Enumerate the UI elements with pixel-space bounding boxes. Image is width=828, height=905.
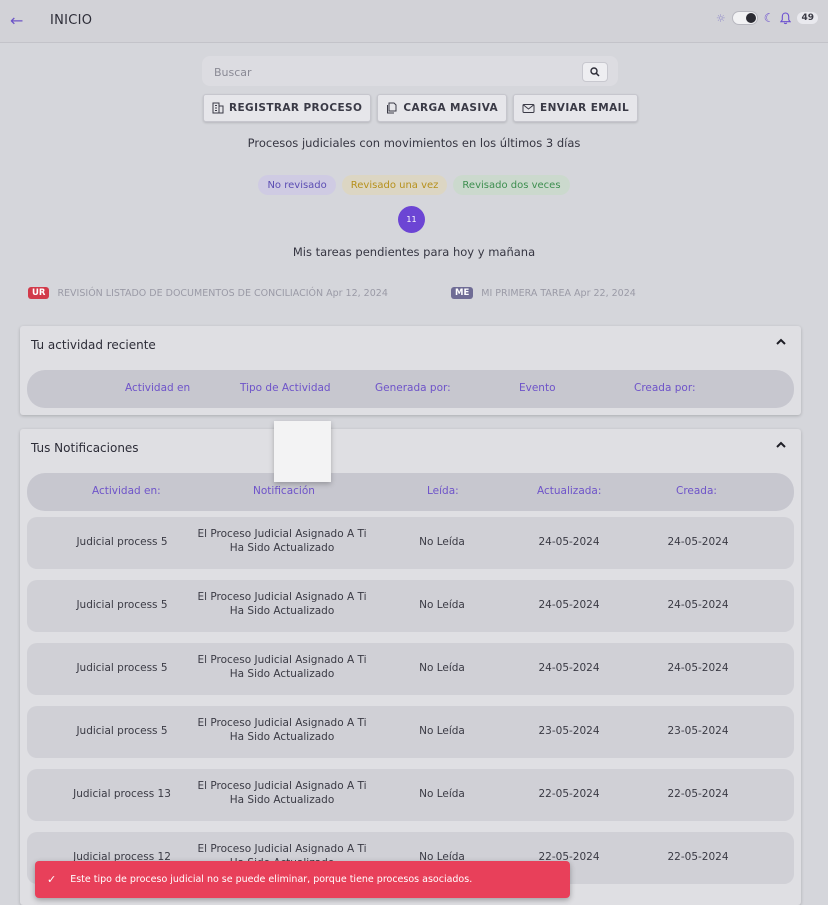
register-process-label: REGISTRAR PROCESO — [229, 102, 363, 114]
filter-not-reviewed[interactable]: No revisado — [258, 175, 336, 195]
activity-table-header: Actividad en Tipo de Actividad Generada … — [27, 370, 794, 408]
table-row[interactable]: Judicial process 5 El Proceso Judicial A… — [27, 517, 794, 569]
cell-read: No Leída — [419, 599, 465, 611]
back-arrow-icon[interactable]: ← — [10, 11, 23, 30]
cell-created: 24-05-2024 — [667, 599, 729, 611]
cell-created: 23-05-2024 — [667, 725, 729, 737]
mail-icon — [522, 103, 535, 113]
search-button[interactable] — [582, 62, 608, 82]
recent-activity-panel: Tu actividad reciente Actividad en Tipo … — [20, 326, 801, 415]
table-row[interactable]: Judicial process 5 El Proceso Judicial A… — [27, 706, 794, 758]
notifications-title: Tus Notificaciones — [31, 441, 139, 455]
column-header: Leída: — [427, 485, 459, 497]
overlay-box — [274, 421, 331, 482]
check-icon: ✓ — [47, 873, 57, 886]
table-row[interactable]: Judicial process 13 El Proceso Judicial … — [27, 769, 794, 821]
chevron-up-icon[interactable] — [775, 439, 787, 451]
moon-icon: ☾ — [763, 11, 775, 25]
filter-reviewed-once[interactable]: Revisado una vez — [341, 175, 448, 195]
cell-created: 22-05-2024 — [667, 788, 729, 800]
column-header: Notificación — [253, 485, 315, 497]
cell-read: No Leída — [419, 788, 465, 800]
task-item[interactable]: UR REVISIÓN LISTADO DE DOCUMENTOS DE CON… — [28, 287, 388, 299]
cell-activity: Judicial process 5 — [76, 662, 168, 674]
table-row[interactable]: Judicial process 5 El Proceso Judicial A… — [27, 580, 794, 632]
task-item[interactable]: ME MI PRIMERA TAREA Apr 22, 2024 — [451, 287, 636, 299]
page-title: INICIO — [50, 13, 93, 28]
cell-read: No Leída — [419, 725, 465, 737]
task-text: MI PRIMERA TAREA Apr 22, 2024 — [481, 287, 636, 299]
send-email-label: ENVIAR EMAIL — [540, 102, 630, 114]
review-filters: No revisado Revisado una vez Revisado do… — [0, 175, 828, 195]
task-badge: ME — [451, 287, 474, 299]
bulk-upload-button[interactable]: CARGA MASIVA — [377, 94, 508, 122]
pending-count-badge[interactable]: 11 — [398, 206, 425, 233]
building-icon — [212, 102, 224, 114]
cell-notification-line2: Ha Sido Actualizado — [229, 668, 335, 680]
cell-notification-line1: El Proceso Judicial Asignado A Ti — [197, 717, 367, 729]
task-badge: UR — [28, 287, 50, 299]
cell-read: No Leída — [419, 536, 465, 548]
cell-updated: 24-05-2024 — [538, 599, 600, 611]
cell-updated: 23-05-2024 — [538, 725, 600, 737]
notification-count-badge: 49 — [797, 12, 818, 24]
cell-notification-line1: El Proceso Judicial Asignado A Ti — [197, 780, 367, 792]
cell-created: 24-05-2024 — [667, 662, 729, 674]
cell-notification-line2: Ha Sido Actualizado — [229, 731, 335, 743]
table-row[interactable]: Judicial process 5 El Proceso Judicial A… — [27, 643, 794, 695]
cell-updated: 24-05-2024 — [538, 662, 600, 674]
cell-updated: 22-05-2024 — [538, 788, 600, 800]
recent-activity-title: Tu actividad reciente — [31, 338, 156, 352]
register-process-button[interactable]: REGISTRAR PROCESO — [203, 94, 372, 122]
send-email-button[interactable]: ENVIAR EMAIL — [513, 94, 639, 122]
cell-read: No Leída — [419, 662, 465, 674]
filter-reviewed-twice[interactable]: Revisado dos veces — [453, 175, 570, 195]
bulk-upload-label: CARGA MASIVA — [403, 102, 499, 114]
bell-icon[interactable] — [780, 11, 792, 25]
cell-activity: Judicial process 13 — [73, 788, 171, 800]
column-header: Tipo de Actividad — [240, 382, 331, 394]
cell-notification-line1: El Proceso Judicial Asignado A Ti — [197, 654, 367, 666]
cell-notification-line2: Ha Sido Actualizado — [229, 605, 335, 617]
cell-updated: 24-05-2024 — [538, 536, 600, 548]
tasks-title: Mis tareas pendientes para hoy y mañana — [292, 245, 536, 259]
cell-notification-line2: Ha Sido Actualizado — [229, 794, 335, 806]
top-bar: ← INICIO ☼ ☾ 49 — [0, 0, 828, 43]
cell-notification-line2: Ha Sido Actualizado — [229, 542, 335, 554]
notifications-table-header: Actividad en: Notificación Leída: Actual… — [27, 473, 794, 511]
sun-icon: ☼ — [715, 11, 726, 25]
header-controls: ☼ ☾ 49 — [716, 11, 818, 25]
column-header: Actividad en — [125, 382, 191, 394]
search-input[interactable] — [212, 62, 576, 82]
cell-activity: Judicial process 5 — [76, 536, 168, 548]
cell-notification-line1: El Proceso Judicial Asignado A Ti — [197, 591, 367, 603]
chevron-up-icon[interactable] — [775, 336, 787, 348]
recent-processes-title: Procesos judiciales con movimientos en l… — [247, 136, 581, 150]
theme-toggle[interactable] — [731, 11, 758, 25]
files-icon — [387, 102, 397, 114]
action-buttons: REGISTRAR PROCESO CARGA MASIVA ENVIAR EM… — [203, 94, 639, 122]
cell-notification-line1: El Proceso Judicial Asignado A Ti — [197, 528, 367, 540]
toast-message: Este tipo de proceso judicial no se pued… — [70, 874, 473, 885]
cell-activity: Judicial process 5 — [76, 599, 168, 611]
column-header: Generada por: — [375, 382, 451, 394]
search-icon — [590, 67, 600, 77]
column-header: Evento — [519, 382, 556, 394]
cell-created: 22-05-2024 — [667, 851, 729, 863]
task-text: REVISIÓN LISTADO DE DOCUMENTOS DE CONCIL… — [57, 287, 388, 299]
column-header: Creada por: — [634, 382, 696, 394]
error-toast[interactable]: ✓ Este tipo de proceso judicial no se pu… — [35, 861, 570, 898]
cell-created: 24-05-2024 — [667, 536, 729, 548]
search-bar — [202, 56, 618, 86]
cell-activity: Judicial process 5 — [76, 725, 168, 737]
column-header: Actividad en: — [92, 485, 161, 497]
column-header: Actualizada: — [537, 485, 602, 497]
cell-notification-line1: El Proceso Judicial Asignado A Ti — [197, 843, 367, 855]
column-header: Creada: — [676, 485, 717, 497]
